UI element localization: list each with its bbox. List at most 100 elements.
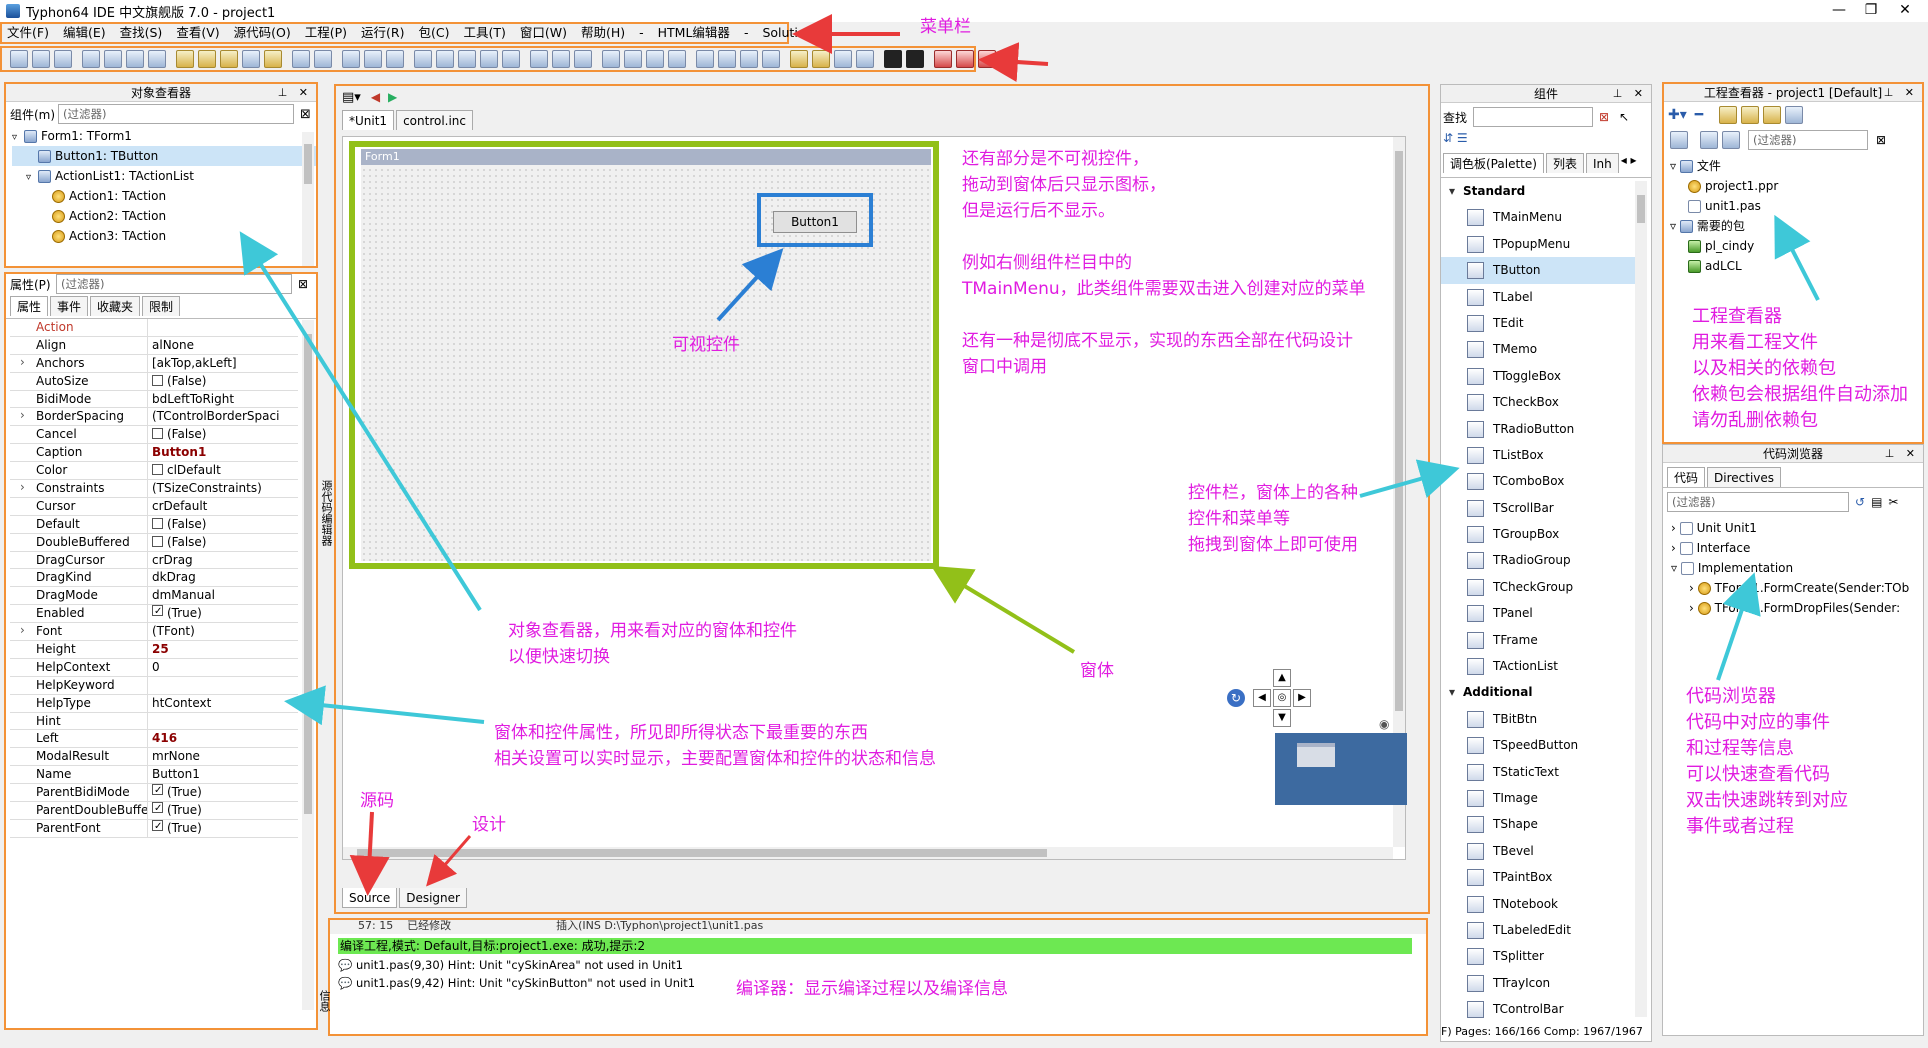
clear-filter-icon[interactable]: ⊠	[300, 107, 311, 122]
code-tools-icon[interactable]: ✂	[1888, 495, 1898, 509]
palette-item[interactable]: TRadioButton	[1441, 416, 1637, 442]
property-row[interactable]: Enabled (True)	[10, 605, 298, 624]
property-row[interactable]: Font (TFont)	[10, 623, 298, 642]
property-value[interactable]: (TFont)	[148, 623, 298, 640]
code-tree-node[interactable]: ▿ Implementation	[1671, 558, 1923, 578]
property-value[interactable]	[148, 713, 298, 730]
code-browser-tab[interactable]: 代码	[1667, 467, 1706, 487]
button1-control[interactable]: Button1	[773, 211, 857, 233]
palette-item[interactable]: TNotebook	[1441, 891, 1637, 917]
property-row[interactable]: Left 416	[10, 730, 298, 749]
property-value[interactable]: crDefault	[148, 498, 298, 515]
install-icon[interactable]	[1763, 106, 1782, 124]
menu-item[interactable]: 窗口(W)	[513, 22, 574, 44]
menu-item[interactable]: Solutions	[755, 22, 826, 44]
code-tree-node[interactable]: › TForm1.FormDropFiles(Sender:	[1671, 598, 1923, 618]
refresh-icon[interactable]: ↻	[1227, 689, 1245, 707]
palette-scrollbar[interactable]	[1635, 181, 1647, 1017]
tree-node[interactable]: Action1: TAction	[12, 186, 316, 206]
tree-node[interactable]: Action2: TAction	[12, 206, 316, 226]
property-value[interactable]: clDefault	[148, 462, 298, 479]
property-value[interactable]: 416	[148, 730, 298, 747]
component-filter-input[interactable]: (过滤器)	[58, 104, 294, 124]
project-list-icon[interactable]	[1785, 106, 1804, 124]
palette-view-icons[interactable]: ⇵ ☰	[1441, 131, 1651, 149]
palette-item[interactable]: TPaintBox	[1441, 864, 1637, 890]
menu-item[interactable]: 工程(P)	[298, 22, 354, 44]
editor-nav-icon[interactable]: ▤▾	[342, 90, 361, 105]
property-value[interactable]: dmManual	[148, 587, 298, 604]
toolbar-button-icon[interactable]	[978, 50, 996, 68]
back-arrow-icon[interactable]: ◀	[371, 90, 380, 104]
menu-item[interactable]: 查找(S)	[113, 22, 170, 44]
property-value[interactable]: 0	[148, 659, 298, 676]
compile-icon[interactable]	[1741, 106, 1760, 124]
property-value[interactable]: [akTop,akLeft]	[148, 355, 298, 372]
property-value[interactable]: (False)	[148, 373, 298, 390]
palette-category[interactable]: Additional	[1441, 679, 1637, 705]
property-row[interactable]: BorderSpacing (TControlBorderSpaci	[10, 408, 298, 427]
code-browser-tab[interactable]: Directives	[1707, 467, 1782, 487]
project-tree-node[interactable]: ▿ 需要的包	[1670, 216, 1922, 236]
nav-down-button[interactable]: ▼	[1273, 709, 1291, 727]
props-tab[interactable]: 属性	[10, 296, 49, 316]
tree-node[interactable]: ▿ ActionList1: TActionList	[12, 166, 316, 186]
checkbox-icon[interactable]	[152, 517, 163, 529]
palette-item[interactable]: TListBox	[1441, 442, 1637, 468]
project-tree-node[interactable]: adLCL	[1670, 256, 1922, 276]
property-row[interactable]: AutoSize (False)	[10, 372, 298, 391]
checkbox-icon[interactable]	[152, 428, 163, 440]
props-tab[interactable]: 事件	[50, 296, 89, 316]
palette-item[interactable]: TActionList	[1441, 653, 1637, 679]
code-options-icon[interactable]: ▤	[1871, 495, 1882, 509]
property-value[interactable]: mrNone	[148, 748, 298, 765]
palette-pin-close-icon[interactable]: ⊥ ✕	[1613, 85, 1647, 103]
checkbox-icon[interactable]	[152, 464, 163, 476]
pointer-icon[interactable]: ↖	[1619, 110, 1629, 124]
palette-item[interactable]: TCheckGroup	[1441, 574, 1637, 600]
property-value[interactable]: crDrag	[148, 552, 298, 569]
tree-node[interactable]: Button1: TButton	[12, 146, 316, 166]
code-filter-input[interactable]: (过滤器)	[1667, 492, 1849, 512]
project-tree-node[interactable]: ▿ 文件	[1670, 156, 1922, 176]
editor-bottom-tab[interactable]: Designer	[399, 888, 467, 908]
editor-bottom-tab[interactable]: Source	[342, 888, 398, 908]
menu-item[interactable]: 源代码(O)	[227, 22, 298, 44]
property-row[interactable]: DragMode dmManual	[10, 587, 298, 606]
menu-item[interactable]: 帮助(H)	[574, 22, 632, 44]
palette-item[interactable]: TLabeledEdit	[1441, 917, 1637, 943]
menu-item[interactable]: 文件(F)	[0, 22, 56, 44]
property-row[interactable]: ParentDoubleBuffered (True)	[10, 802, 298, 820]
expand-arrow-icon[interactable]: ▿	[12, 128, 24, 148]
palette-item[interactable]: TButton	[1441, 257, 1637, 284]
property-value[interactable]: 25	[148, 641, 298, 658]
menu-item[interactable]: 工具(T)	[456, 22, 512, 44]
forward-arrow-icon[interactable]: ▶	[388, 90, 397, 104]
checkbox-icon[interactable]	[152, 374, 163, 386]
nav-center-button[interactable]: ◎	[1273, 689, 1291, 707]
palette-item[interactable]: TPanel	[1441, 600, 1637, 626]
expand-arrow-icon[interactable]: ▿	[26, 168, 38, 188]
property-row[interactable]: DoubleBuffered (False)	[10, 533, 298, 552]
palette-item[interactable]: TPopupMenu	[1441, 231, 1637, 257]
code-pin-close-icon[interactable]: ⊥ ✕	[1885, 445, 1919, 463]
palette-item[interactable]: TSplitter	[1441, 943, 1637, 969]
palette-tab[interactable]: 调色板(Palette)	[1443, 153, 1544, 173]
options-icon[interactable]	[1719, 106, 1738, 124]
palette-item[interactable]: TLabel	[1441, 284, 1637, 310]
property-value[interactable]: Button1	[148, 444, 298, 461]
property-row[interactable]: ParentBidiMode (True)	[10, 784, 298, 803]
property-value[interactable]: (True)	[148, 605, 298, 622]
property-row[interactable]: DragKind dkDrag	[10, 569, 298, 588]
property-value[interactable]: (True)	[148, 819, 298, 837]
code-tree-node[interactable]: › TForm1.FormCreate(Sender:TOb	[1671, 578, 1923, 598]
compile-success-line[interactable]: 编译工程,模式: Default,目标:project1.exe: 成功,提示:…	[338, 938, 1412, 954]
eye-icon[interactable]: ◉	[1379, 717, 1389, 731]
palette-item[interactable]: TToggleBox	[1441, 363, 1637, 389]
property-value[interactable]: (TControlBorderSpaci	[148, 408, 298, 425]
props-clear-icon[interactable]: ⊠	[298, 277, 308, 291]
property-value[interactable]: dkDrag	[148, 569, 298, 586]
property-value[interactable]: (False)	[148, 516, 298, 533]
palette-item[interactable]: TFrame	[1441, 627, 1637, 653]
props-scrollbar[interactable]	[302, 320, 314, 1010]
